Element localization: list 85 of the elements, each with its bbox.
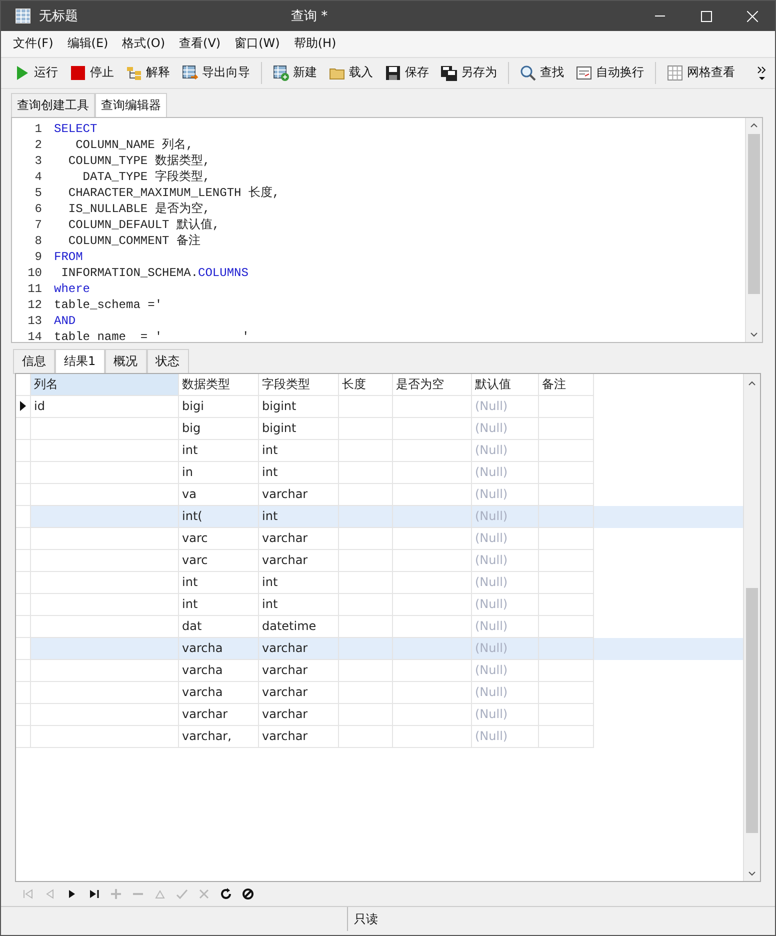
- window-title: 查询 *: [291, 8, 328, 25]
- grid-icon: [667, 64, 683, 81]
- scrollbar[interactable]: [745, 118, 762, 342]
- toolbar-button[interactable]: 自动换行: [571, 62, 649, 84]
- toolbar-button[interactable]: 保存: [380, 62, 434, 84]
- menu-item[interactable]: 窗口(W): [228, 33, 286, 54]
- column-header[interactable]: 备注: [539, 374, 594, 396]
- tab[interactable]: 信息: [13, 348, 55, 374]
- toolbar-button[interactable]: 停止: [65, 62, 119, 84]
- code-text: DATA_TYPE 字段类型,: [82, 168, 210, 185]
- line-number: 13: [26, 312, 43, 329]
- toolbar-button[interactable]: 载入: [324, 62, 378, 84]
- text-window-icon: [576, 64, 592, 81]
- column-header[interactable]: 字段类型: [259, 374, 339, 396]
- column-header[interactable]: 列名: [31, 374, 179, 396]
- line-number: 14: [26, 328, 43, 345]
- line-number: 6: [34, 200, 43, 217]
- column-header[interactable]: 长度: [339, 374, 393, 396]
- column-header[interactable]: 默认值: [472, 374, 539, 396]
- code-text: COLUMNS: [198, 264, 248, 281]
- table-add-icon: [273, 64, 289, 81]
- column-header[interactable]: 是否为空: [393, 374, 472, 396]
- line-number: 9: [34, 248, 43, 265]
- line-number: 1: [34, 120, 43, 137]
- status-text: 只读: [347, 907, 378, 931]
- line-number: 10: [26, 264, 43, 281]
- toolbar-button[interactable]: 新建: [268, 62, 322, 84]
- line-number: 11: [26, 280, 43, 297]
- toolbar-button[interactable]: 解释: [121, 62, 175, 84]
- menu-item[interactable]: 编辑(E): [61, 33, 114, 54]
- toolbar-button[interactable]: 导出向导: [177, 62, 255, 84]
- table-cell: varchar,: [179, 726, 259, 748]
- code-text: COLUMN_NAME 列名,: [74, 136, 194, 153]
- table-cell: [339, 726, 393, 748]
- floppy-disks-icon: [441, 64, 457, 81]
- menu-item[interactable]: 帮助(H): [288, 33, 342, 54]
- code-text: INFORMATION_SCHEMA.: [60, 264, 198, 281]
- hierarchy-icon: [126, 64, 142, 81]
- window-title: 无标题: [39, 8, 78, 25]
- table-cell: (Null): [472, 726, 539, 748]
- tab[interactable]: 结果1: [55, 348, 105, 374]
- scrollbar[interactable]: [743, 374, 760, 882]
- line-number: 12: [26, 296, 43, 313]
- tab[interactable]: 查询编辑器: [95, 92, 167, 118]
- code-text: SELECT: [54, 120, 98, 137]
- table-icon: [15, 8, 31, 24]
- row-header[interactable]: [16, 396, 31, 418]
- tab[interactable]: 查询创建工具: [11, 92, 95, 118]
- code-text: COLUMN_COMMENT 备注: [67, 232, 200, 249]
- code-text: table name = ': [54, 328, 162, 345]
- table-export-icon: [182, 64, 198, 81]
- maximize-icon: [700, 10, 712, 22]
- line-number: 8: [34, 232, 43, 249]
- tab[interactable]: 概况: [104, 348, 147, 374]
- close-icon: [746, 10, 758, 22]
- line-number: 7: [34, 216, 43, 233]
- code-text: ': [242, 328, 250, 345]
- code-text: where: [54, 280, 90, 297]
- code-text: COLUMN_TYPE 数据类型,: [67, 152, 210, 169]
- code-text: FROM: [54, 248, 83, 265]
- code-text: CHARACTER_MAXIMUM_LENGTH 长度,: [67, 184, 280, 201]
- overflow-icon[interactable]: [757, 64, 767, 81]
- code-text: IS_NULLABLE 是否为空,: [67, 200, 210, 217]
- toolbar-button[interactable]: 查找: [515, 62, 569, 84]
- line-number: 5: [34, 184, 43, 201]
- code-text: COLUMN_DEFAULT 默认值,: [67, 216, 220, 233]
- code-editor[interactable]: [11, 116, 763, 343]
- row-pointer-icon: [20, 401, 26, 412]
- code-text: table_schema =': [54, 296, 162, 313]
- menu-item[interactable]: 文件(F): [7, 33, 60, 54]
- table-cell: [539, 726, 594, 748]
- line-number: 3: [34, 152, 43, 169]
- menu-item[interactable]: 格式(O): [116, 33, 172, 54]
- column-header[interactable]: 数据类型: [179, 374, 259, 396]
- menu-item[interactable]: 查看(V): [173, 33, 227, 54]
- tab[interactable]: 状态: [146, 348, 189, 374]
- toolbar-button[interactable]: 另存为: [436, 62, 502, 84]
- table-cell: varchar: [259, 726, 339, 748]
- play-icon: [14, 64, 30, 81]
- toolbar-button[interactable]: 网格查看: [662, 62, 740, 84]
- line-number: 4: [34, 168, 43, 185]
- toolbar-button[interactable]: 运行: [9, 62, 63, 84]
- search-icon: [520, 64, 536, 81]
- code-text: AND: [54, 312, 76, 329]
- line-number: 2: [34, 136, 43, 153]
